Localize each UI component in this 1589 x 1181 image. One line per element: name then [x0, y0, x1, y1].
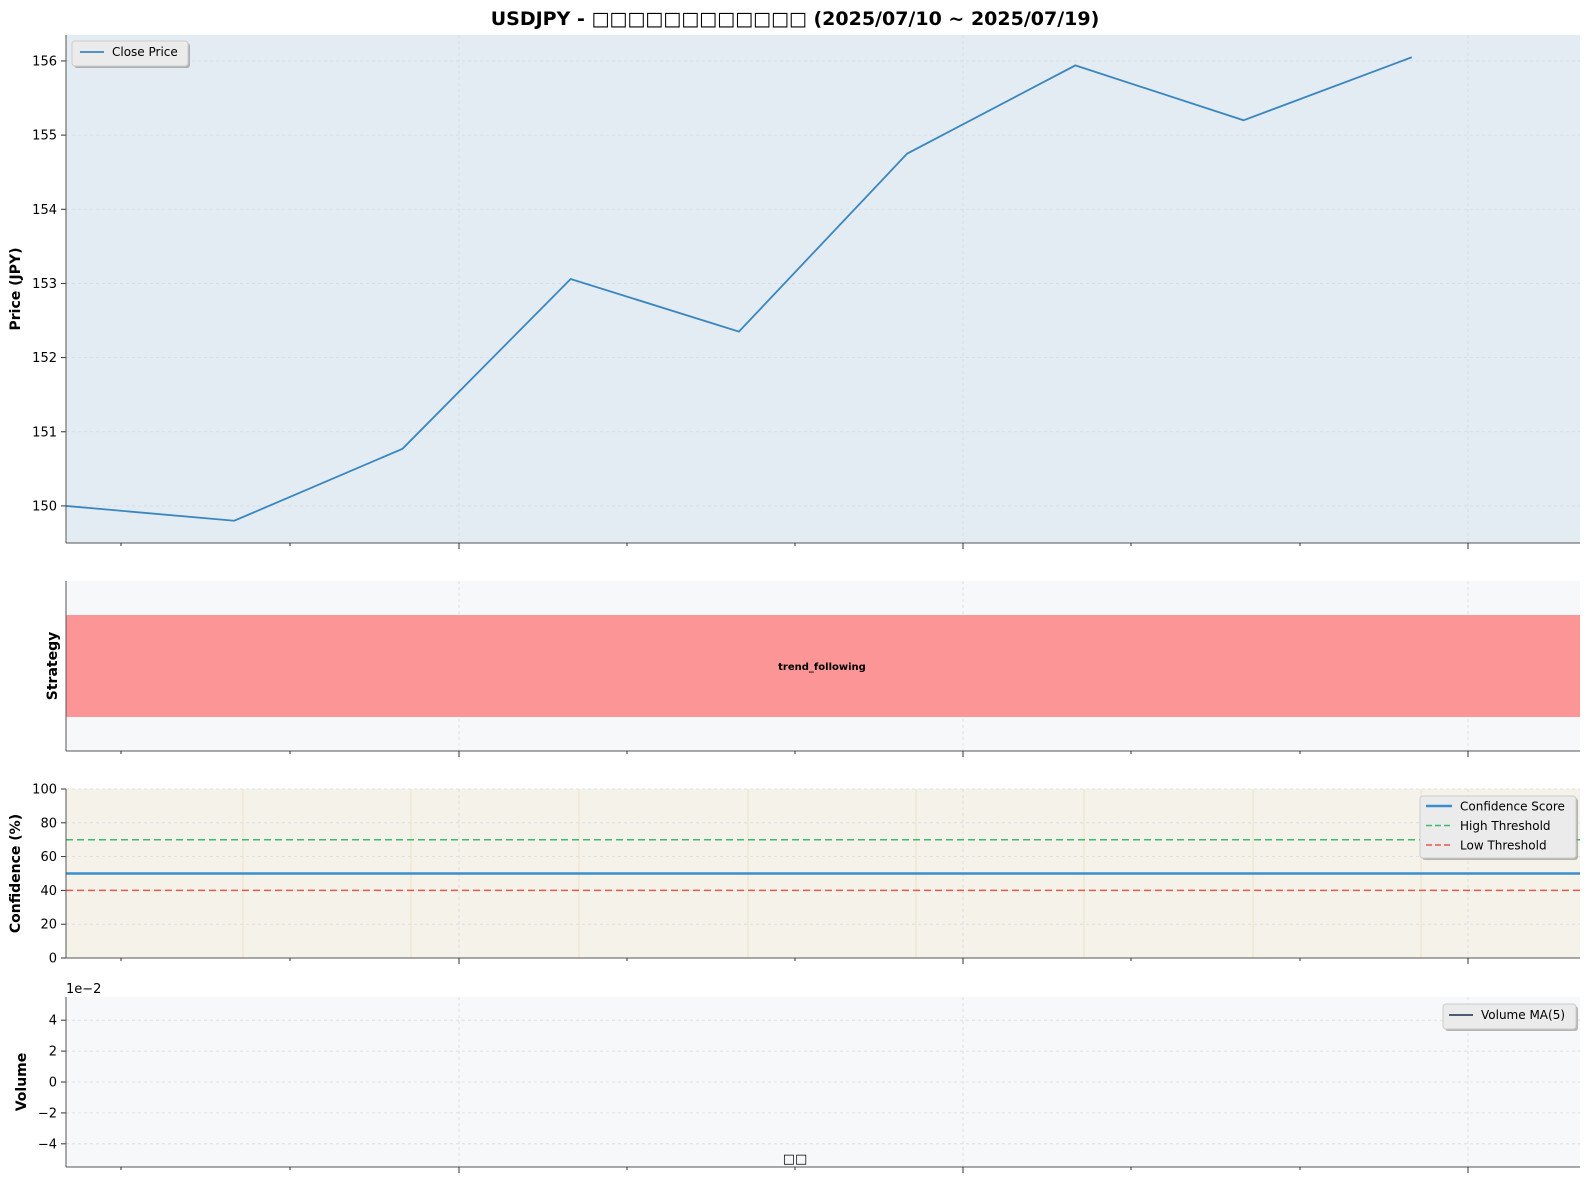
confidence-ytick-label: 80	[40, 816, 57, 831]
chart-title: USDJPY - □□□□□□□□□□□□ (2025/07/10 ~ 2025…	[491, 8, 1100, 30]
confidence-ylabel: Confidence (%)	[8, 814, 24, 933]
confidence-ytick-label: 0	[49, 952, 57, 967]
volume-ytick-label: −2	[38, 1106, 57, 1121]
legend-volume-ma-label: Volume MA(5)	[1481, 1008, 1565, 1022]
strategy-ylabel: Strategy	[45, 632, 61, 700]
price-panel-background	[66, 35, 1580, 543]
volume-xlabel: □□	[783, 1152, 808, 1167]
legend-label-0: Confidence Score	[1460, 800, 1565, 814]
price-ytick-label: 152	[32, 351, 57, 366]
legend-label-2: Low Threshold	[1460, 839, 1547, 853]
price-ytick-label: 150	[32, 499, 57, 514]
volume-ytick-label: 2	[49, 1045, 57, 1060]
chart-panels: 150 151 152 153 154 155 156 Price (JPY) Close Pr…	[8, 35, 1580, 1173]
volume-ytick-label: 4	[49, 1014, 57, 1029]
volume-offset-label: 1e−2	[66, 982, 101, 997]
chart-figure: USDJPY - □□□□□□□□□□□□ (2025/07/10 ~ 2025…	[8, 8, 1580, 1173]
confidence-ytick-label: 100	[32, 783, 57, 798]
volume-ylabel: Volume	[14, 1053, 30, 1112]
confidence-ytick-label: 60	[40, 850, 57, 865]
volume-ytick-label: −4	[38, 1137, 57, 1152]
confidence-ytick-label: 40	[40, 884, 57, 899]
volume-ytick-label: 0	[49, 1076, 57, 1091]
price-ytick-label: 154	[32, 203, 57, 218]
strategy-band-label: trend_following	[778, 662, 866, 673]
legend-label-1: High Threshold	[1460, 819, 1551, 833]
legend-close-price-label: Close Price	[112, 45, 178, 59]
price-ytick-label: 156	[32, 54, 57, 69]
price-ytick-label: 155	[32, 129, 57, 144]
price-ylabel: Price (JPY)	[8, 247, 24, 330]
confidence-ytick-label: 20	[40, 918, 57, 933]
price-ytick-label: 151	[32, 425, 57, 440]
price-ytick-label: 153	[32, 277, 57, 292]
